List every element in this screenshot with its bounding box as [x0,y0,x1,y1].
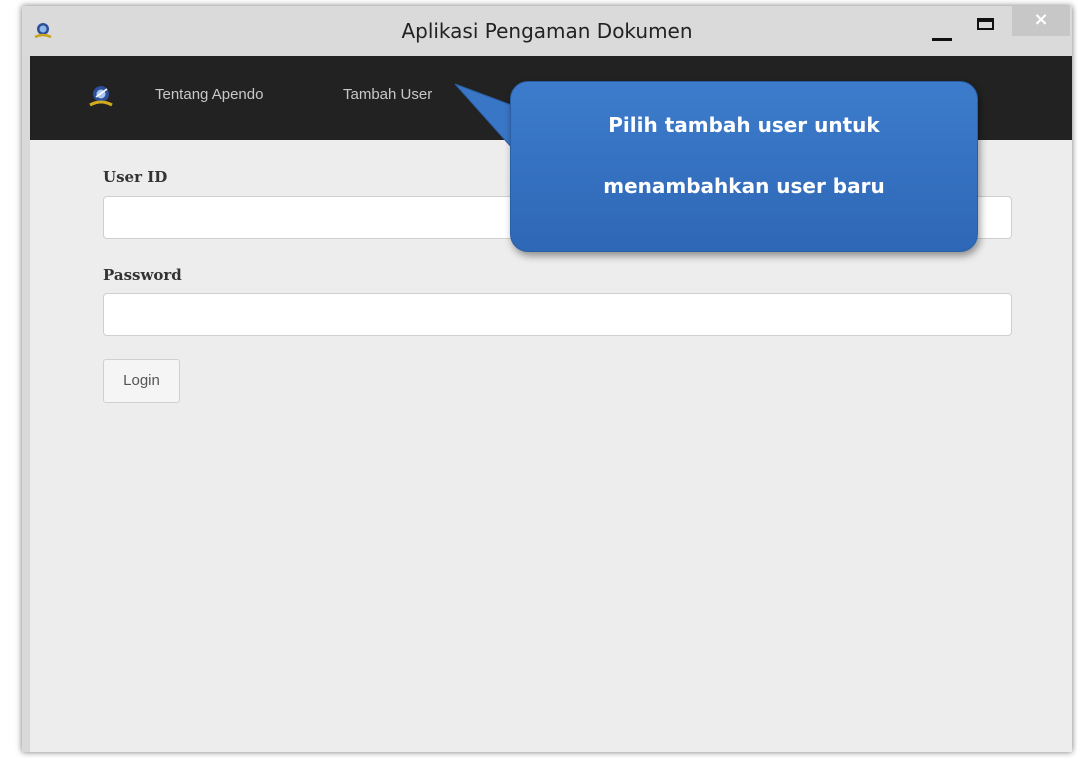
title-bar[interactable]: Aplikasi Pengaman Dokumen × [22,6,1072,56]
userid-label: User ID [103,168,168,186]
userid-input[interactable] [103,196,1012,239]
navbar: Tentang Apendo Tambah User [30,56,1072,140]
app-window: Aplikasi Pengaman Dokumen × Tentang Apen… [22,6,1072,752]
close-button[interactable]: × [1012,6,1070,36]
maximize-button[interactable] [967,10,1007,50]
password-label: Password [103,266,182,284]
minimize-button[interactable] [922,10,962,50]
nav-item-tambah-user[interactable]: Tambah User [343,86,432,103]
client-area: Tentang Apendo Tambah User User ID Passw… [30,56,1072,752]
nav-item-tentang-apendo[interactable]: Tentang Apendo [155,86,263,103]
login-button[interactable]: Login [103,359,180,403]
password-input[interactable] [103,293,1012,336]
window-title: Aplikasi Pengaman Dokumen [401,19,693,43]
apendo-logo-icon[interactable] [88,84,114,110]
